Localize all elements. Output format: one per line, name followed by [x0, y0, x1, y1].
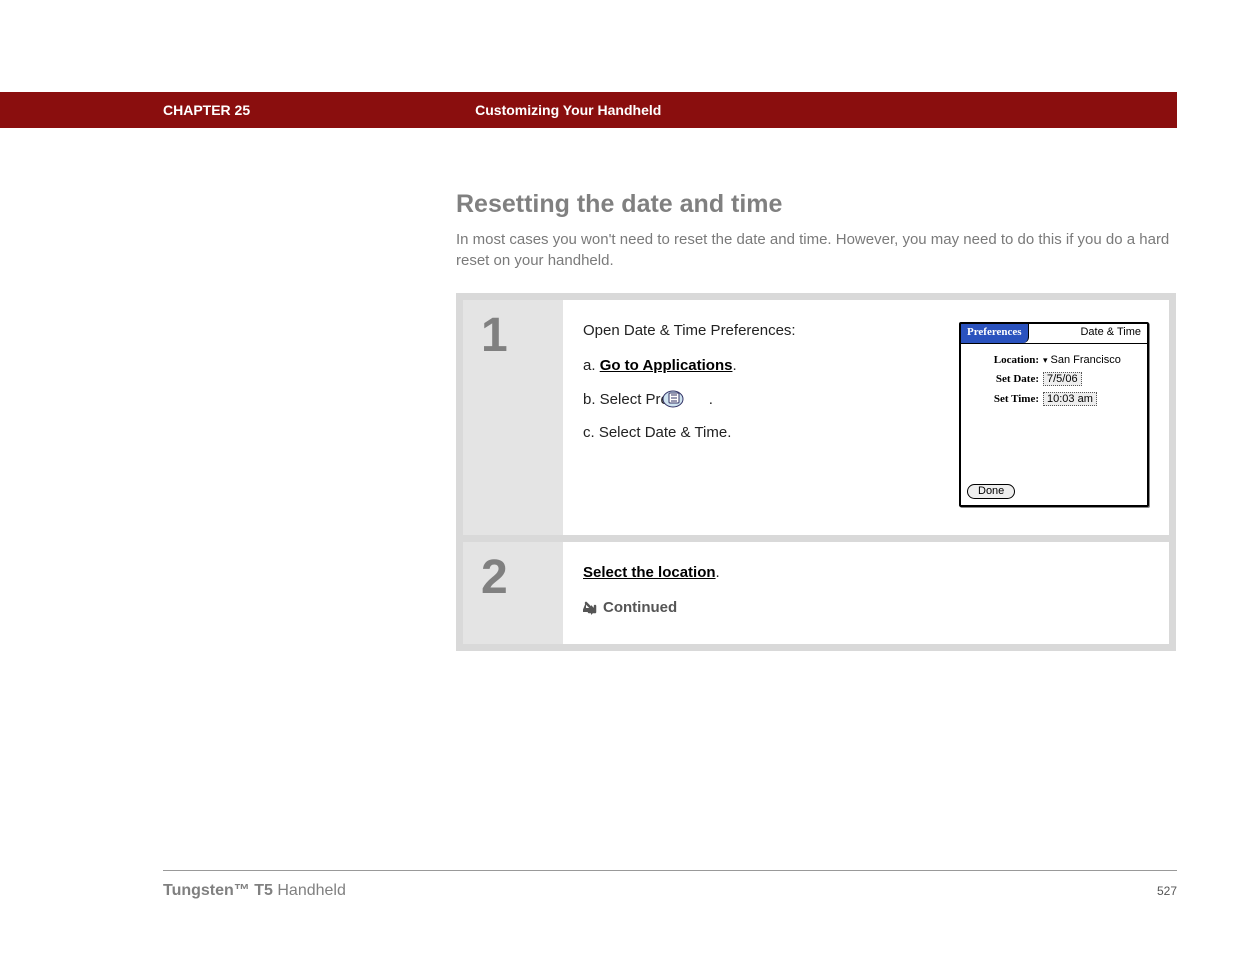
palm-title-right: Date & Time: [1074, 324, 1147, 343]
palm-date-label: Set Date:: [969, 373, 1039, 385]
palm-location-row: Location: San Francisco: [969, 354, 1139, 366]
continued-label: Continued: [603, 599, 677, 616]
palm-time-value: 10:03 am: [1043, 392, 1097, 406]
palm-date-row: Set Date: 7/5/06: [969, 372, 1139, 386]
substep-c: c. Select Date & Time.: [583, 424, 924, 441]
continued-arrow-icon: [583, 601, 597, 615]
select-location-link[interactable]: Select the location: [583, 564, 716, 581]
step-1: 1 Open Date & Time Preferences: a. Go to…: [463, 300, 1169, 535]
step-1-text: Open Date & Time Preferences: a. Go to A…: [583, 322, 924, 507]
substep-a: a. Go to Applications.: [583, 357, 924, 374]
go-to-applications-link[interactable]: Go to Applications: [600, 357, 733, 374]
palm-location-label: Location:: [969, 354, 1039, 366]
steps-container: 1 Open Date & Time Preferences: a. Go to…: [456, 293, 1176, 651]
prefs-icon: [686, 390, 708, 408]
product-name: Tungsten™ T5 Handheld: [163, 882, 346, 900]
step-number: 1: [463, 300, 563, 535]
palm-location-value: San Francisco: [1043, 354, 1121, 366]
palm-time-label: Set Time:: [969, 393, 1039, 405]
chapter-label: CHAPTER 25: [163, 102, 250, 118]
section-heading: Resetting the date and time: [456, 190, 1176, 219]
section-intro: In most cases you won't need to reset th…: [456, 229, 1176, 271]
header-bar: CHAPTER 25 Customizing Your Handheld: [0, 92, 1177, 128]
step-1-title: Open Date & Time Preferences:: [583, 322, 924, 339]
step-number: 2: [463, 542, 563, 644]
page-number: 527: [1157, 884, 1177, 898]
chapter-title: Customizing Your Handheld: [475, 102, 661, 118]
substep-b: b. Select Prefs .: [583, 390, 924, 408]
palm-done-button: Done: [967, 484, 1015, 499]
step-2-text: Select the location. Continued: [583, 564, 1149, 616]
main-content: Resetting the date and time In most case…: [456, 190, 1176, 651]
palm-time-row: Set Time: 10:03 am: [969, 392, 1139, 406]
palm-screenshot: Preferences Date & Time Location: San Fr…: [959, 322, 1149, 507]
page-footer: Tungsten™ T5 Handheld 527: [163, 882, 1177, 900]
palm-date-value: 7/5/06: [1043, 372, 1082, 386]
palm-title-left: Preferences: [961, 324, 1029, 343]
footer-rule: [163, 870, 1177, 871]
continued-row: Continued: [583, 599, 1149, 616]
step-2: 2 Select the location. Continued: [463, 542, 1169, 644]
